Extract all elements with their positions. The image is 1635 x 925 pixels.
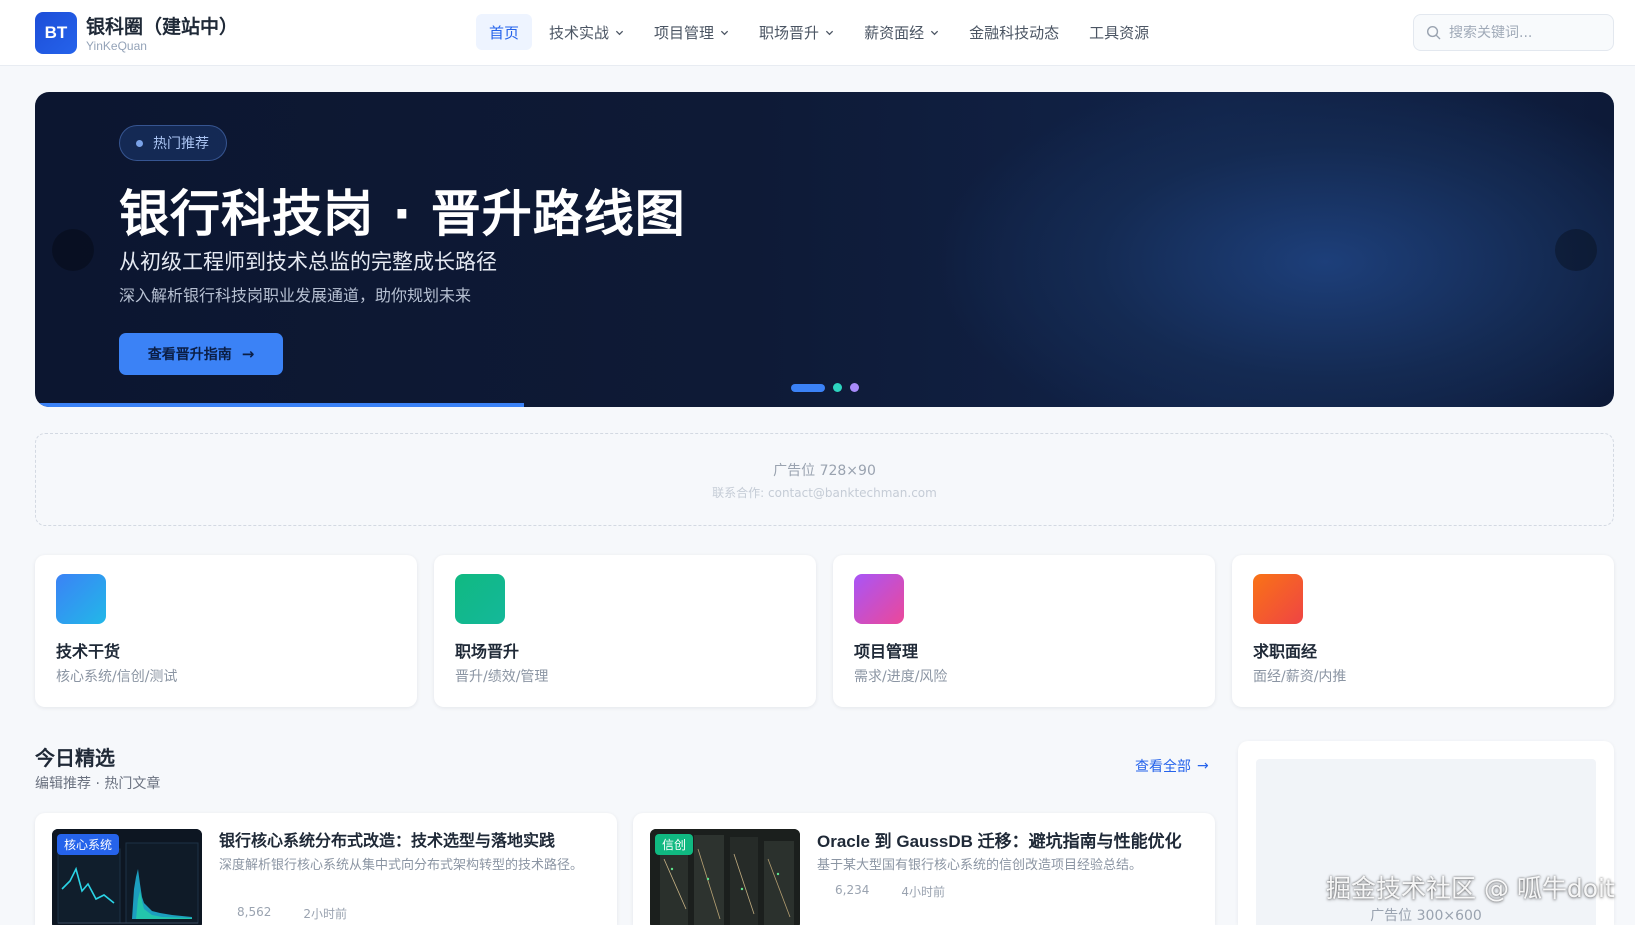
nav-item[interactable]: 技术实战 — [536, 14, 637, 50]
nav-item-label: 工具资源 — [1089, 23, 1150, 42]
article-title[interactable]: 银行核心系统分布式改造：技术选型与落地实践 — [219, 827, 555, 851]
nav-item-label: 技术实战 — [549, 23, 610, 42]
carousel-dot[interactable] — [791, 383, 825, 392]
watermark: 掘金技术社区 @ 呱牛doit — [1326, 874, 1615, 903]
hero-carousel: 热门推荐 银行科技岗 · 晋升路线图 从初级工程师到技术总监的完整成长路径 深入… — [35, 92, 1614, 407]
article-card[interactable]: 核心系统 银行核心系统分布式改造：技术选型与落地实践 深度解析银行核心系统从集中… — [35, 813, 617, 925]
nav-item[interactable]: 首页 — [476, 14, 533, 50]
chevron-down-icon — [825, 30, 834, 35]
logo-icon[interactable]: BT — [35, 12, 77, 54]
nav-item-label: 金融科技动态 — [969, 23, 1060, 42]
arrow-right-icon: → — [1197, 758, 1209, 774]
article-meta: 8,562 2小时前 — [219, 905, 379, 922]
site-name-en: YinKeQuan — [86, 39, 147, 53]
search-icon — [1426, 25, 1441, 40]
site-header: BT 银科圈（建站中） YinKeQuan 首页 技术实战 项目管理 职场晋升 薪资面经… — [0, 0, 1635, 66]
article-views: 8,562 — [237, 905, 272, 919]
view-all-link[interactable]: 查看全部 → — [1135, 756, 1209, 776]
nav-item-label: 首页 — [489, 23, 520, 42]
badge-dot-icon — [136, 139, 143, 147]
search-input[interactable] — [1449, 24, 1599, 41]
article-time: 2小时前 — [303, 907, 347, 921]
carousel-prev-button[interactable] — [52, 229, 94, 271]
nav-item-label: 项目管理 — [654, 23, 715, 42]
nav-item[interactable]: 金融科技动态 — [956, 14, 1072, 50]
article-thumbnail[interactable]: 核心系统 — [52, 829, 202, 925]
hero-badge: 热门推荐 — [119, 125, 227, 161]
site-name[interactable]: 银科圈（建站中） — [86, 12, 238, 39]
article-thumbnail[interactable]: 信创 — [650, 829, 800, 925]
category-title: 技术干货 — [56, 642, 121, 661]
category-subtitle: 晋升/绩效/管理 — [455, 669, 549, 685]
nav-item[interactable]: 职场晋升 — [746, 14, 847, 50]
hero-title: 银行科技岗 · 晋升路线图 — [119, 185, 686, 243]
category-title: 求职面经 — [1253, 642, 1318, 661]
section-subtitle: 编辑推荐 · 热门文章 — [35, 776, 161, 792]
search-box[interactable] — [1413, 14, 1614, 51]
category-subtitle: 核心系统/信创/测试 — [56, 669, 178, 685]
carousel-dot[interactable] — [850, 383, 859, 392]
article-time: 4小时前 — [901, 885, 945, 899]
nav-item[interactable]: 工具资源 — [1076, 14, 1162, 50]
article-meta: 6,234 4小时前 — [817, 883, 977, 900]
nav-item[interactable]: 薪资面经 — [851, 14, 952, 50]
article-tag: 核心系统 — [57, 834, 120, 855]
category-title: 职场晋升 — [455, 642, 520, 661]
carousel-next-button[interactable] — [1555, 229, 1597, 271]
category-title: 项目管理 — [854, 642, 919, 661]
category-icon — [56, 574, 106, 624]
article-views: 6,234 — [835, 883, 870, 897]
article-tag: 信创 — [655, 834, 694, 855]
carousel-dot[interactable] — [833, 383, 842, 392]
article-excerpt: 深度解析银行核心系统从集中式向分布式架构转型的技术路径。 — [219, 858, 584, 873]
arrow-right-icon: → — [241, 345, 255, 363]
ad-banner[interactable]: 广告位 728×90 联系合作: contact@banktechman.com — [35, 433, 1614, 526]
article-title[interactable]: Oracle 到 GaussDB 迁移：避坑指南与性能优化 — [817, 827, 1182, 852]
article-card[interactable]: 信创 Oracle 到 GaussDB 迁移：避坑指南与性能优化 基于某大型国有… — [633, 813, 1215, 925]
ad-banner-title: 广告位 728×90 — [773, 463, 876, 479]
category-icon — [854, 574, 904, 624]
chevron-down-icon — [930, 30, 939, 35]
category-subtitle: 面经/薪资/内推 — [1253, 669, 1347, 685]
category-icon — [455, 574, 505, 624]
view-all-label: 查看全部 — [1135, 759, 1191, 775]
hero-badge-label: 热门推荐 — [153, 136, 209, 152]
hero-cta-button[interactable]: 查看晋升指南 → — [119, 333, 283, 375]
main-nav: 首页 技术实战 项目管理 职场晋升 薪资面经 金融科技动态 工具资源 — [476, 14, 1166, 50]
article-excerpt: 基于某大型国有银行核心系统的信创改造项目经验总结。 — [817, 858, 1143, 873]
category-card[interactable]: 职场晋升晋升/绩效/管理 — [434, 555, 816, 707]
carousel-progress-bar — [35, 403, 525, 407]
category-subtitle: 需求/进度/风险 — [854, 669, 948, 685]
nav-item[interactable]: 项目管理 — [641, 14, 742, 50]
sidebar-ad-label: 广告位 300×600 — [1370, 908, 1482, 924]
category-card[interactable]: 求职面经面经/薪资/内推 — [1232, 555, 1614, 707]
carousel-indicators — [791, 383, 867, 392]
category-icon — [1253, 574, 1303, 624]
section-title: 今日精选 — [35, 746, 115, 770]
nav-item-label: 职场晋升 — [759, 23, 820, 42]
hero-description: 深入解析银行科技岗职业发展通道，助你规划未来 — [119, 286, 472, 305]
nav-item-label: 薪资面经 — [864, 23, 925, 42]
category-card[interactable]: 技术干货核心系统/信创/测试 — [35, 555, 417, 707]
category-card[interactable]: 项目管理需求/进度/风险 — [833, 555, 1215, 707]
chevron-down-icon — [720, 30, 729, 35]
ad-banner-contact: 联系合作: contact@banktechman.com — [712, 486, 937, 500]
chevron-down-icon — [615, 30, 624, 35]
hero-cta-label: 查看晋升指南 — [147, 347, 232, 363]
hero-subtitle: 从初级工程师到技术总监的完整成长路径 — [119, 250, 497, 274]
